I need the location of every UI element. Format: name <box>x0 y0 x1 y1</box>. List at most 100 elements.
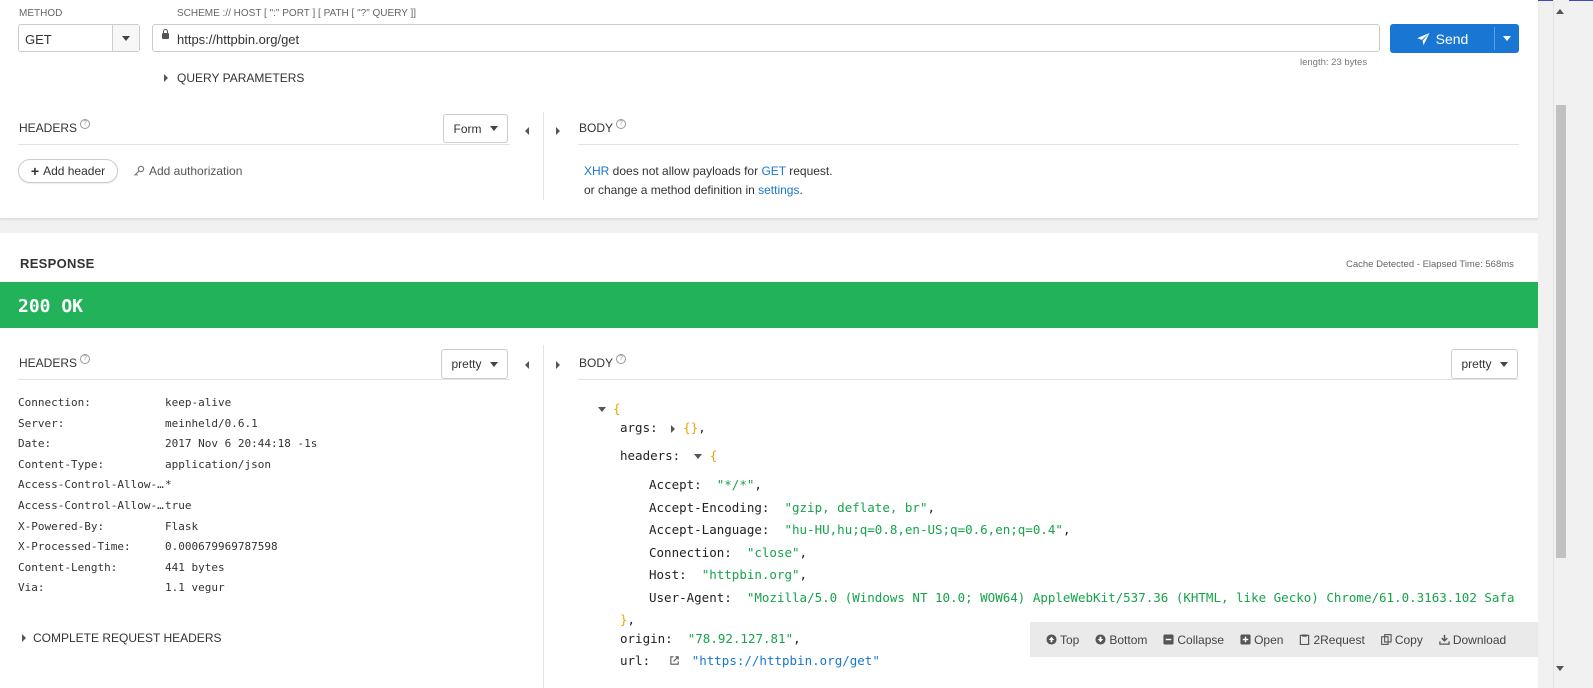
response-headers-title: HEADERS? <box>19 354 91 370</box>
download-button[interactable]: Download <box>1439 633 1506 647</box>
method-dropdown-toggle[interactable] <box>112 25 139 51</box>
json-url-link[interactable]: "https://httpbin.org/get" <box>692 653 880 668</box>
url-input[interactable]: https://httpbin.org/get <box>152 24 1380 52</box>
method-select[interactable]: GET <box>18 24 140 52</box>
response-body-title: BODY? <box>579 354 627 370</box>
headers-format-select[interactable]: Form <box>443 114 508 143</box>
chevron-right-icon <box>164 74 168 82</box>
external-link-icon[interactable] <box>669 655 680 666</box>
collapse-toggle-icon[interactable] <box>598 407 606 412</box>
plus-square-icon <box>1240 634 1251 645</box>
divider <box>578 144 1519 145</box>
caret-down-icon <box>1499 361 1508 367</box>
response-body-format-select[interactable]: pretty <box>1451 349 1518 379</box>
chevron-right-icon <box>22 634 26 642</box>
get-method-link[interactable]: GET <box>761 164 785 178</box>
method-value: GET <box>25 32 52 47</box>
header-row: Server: meinheld/0.6.1 <box>18 416 258 430</box>
chevron-right-icon <box>556 361 560 369</box>
send-button-group: Send <box>1390 24 1519 53</box>
header-row: Content-Type: application/json <box>18 457 271 471</box>
bottom-button[interactable]: Bottom <box>1095 633 1147 647</box>
caret-down-icon <box>489 361 498 367</box>
add-header-button[interactable]: + Add header <box>18 159 118 183</box>
json-close-brace: }, <box>620 612 636 627</box>
query-parameters-label: QUERY PARAMETERS <box>177 71 305 85</box>
json-header-entry: Accept-Language: "hu-HU,hu;q=0.8,en-US;q… <box>649 522 1071 537</box>
send-label: Send <box>1435 30 1469 47</box>
divider <box>18 379 510 380</box>
collapse-right-toggle[interactable] <box>556 358 560 372</box>
json-url-line: url: "https://httpbin.org/get" <box>620 653 880 668</box>
complete-request-headers-label: COMPLETE REQUEST HEADERS <box>33 631 222 645</box>
help-icon[interactable]: ? <box>80 354 91 364</box>
request-headers-title: HEADERS? <box>19 119 91 135</box>
lock-icon <box>162 29 169 39</box>
arrow-up-circle-icon <box>1046 634 1057 645</box>
panel-splitter[interactable] <box>543 345 544 688</box>
json-header-entry: Accept: "*/*", <box>649 477 762 492</box>
pretty-label: pretty <box>1461 357 1492 371</box>
response-title: RESPONSE <box>20 256 95 271</box>
send-button[interactable]: Send <box>1390 24 1494 53</box>
json-origin-line: origin: "78.92.127.81", <box>620 631 801 646</box>
help-icon[interactable]: ? <box>616 119 627 129</box>
json-headers-line: headers: { <box>620 448 718 463</box>
add-header-label: Add header <box>43 164 106 178</box>
header-row: Content-Length: 441 bytes <box>18 560 225 574</box>
add-authorization-label: Add authorization <box>149 164 243 178</box>
url-length: length: 23 bytes <box>1300 57 1368 68</box>
open-button[interactable]: Open <box>1240 633 1283 647</box>
expand-toggle-icon[interactable] <box>671 424 676 433</box>
caret-down-icon <box>1503 36 1511 41</box>
response-headers-list: Connection: keep-alive Server: meinheld/0.… <box>18 393 518 599</box>
panel-splitter[interactable] <box>543 112 544 200</box>
send-options-toggle[interactable] <box>1495 24 1519 53</box>
top-button[interactable]: Top <box>1046 633 1079 647</box>
json-toolbar: Top Bottom Collapse Open 2Request Copy D… <box>1030 622 1538 657</box>
collapse-right-toggle[interactable] <box>556 124 560 138</box>
request-body-title: BODY? <box>579 119 627 135</box>
download-icon <box>1439 634 1450 645</box>
response-headers-format-select[interactable]: pretty <box>441 349 508 379</box>
header-row: Access-Control-Allow-…* <box>18 478 172 492</box>
xhr-link[interactable]: XHR <box>584 164 609 178</box>
json-args-line: args: {}, <box>620 420 706 435</box>
query-parameters-toggle[interactable]: QUERY PARAMETERS <box>164 71 304 85</box>
caret-down-icon <box>122 35 130 41</box>
add-authorization-button[interactable]: Add authorization <box>133 164 242 178</box>
minus-square-icon <box>1163 634 1174 645</box>
json-header-entry: Accept-Encoding: "gzip, deflate, br", <box>649 499 936 515</box>
scrollbar-thumb[interactable] <box>1556 105 1566 558</box>
complete-request-headers-toggle[interactable]: COMPLETE REQUEST HEADERS <box>22 631 221 645</box>
collapse-left-toggle[interactable] <box>525 358 529 372</box>
collapse-button[interactable]: Collapse <box>1163 633 1224 647</box>
header-row: X-Powered-By: Flask <box>18 519 199 533</box>
scroll-up-arrow[interactable] <box>1556 3 1564 17</box>
help-icon[interactable]: ? <box>80 119 91 129</box>
json-header-entry: Host: "httpbin.org", <box>649 567 808 582</box>
status-bar: 200 OK <box>0 282 1538 328</box>
plus-icon: + <box>30 163 40 179</box>
collapse-left-toggle[interactable] <box>525 124 529 138</box>
method-label: METHOD <box>19 8 63 19</box>
header-row: Via: 1.1 vegur <box>18 581 225 595</box>
json-header-entry: Connection: "close", <box>649 544 808 560</box>
key-icon <box>134 165 145 176</box>
divider <box>18 144 510 145</box>
copy-icon <box>1380 634 1392 645</box>
caret-down-icon <box>489 126 498 131</box>
pretty-label: pretty <box>451 357 482 371</box>
help-icon[interactable]: ? <box>616 354 627 364</box>
json-header-entry: User-Agent: "Mozilla/5.0 (Windows NT 10.… <box>649 589 1515 605</box>
status-text: 200 OK <box>18 296 84 317</box>
form-label: Form <box>453 121 482 136</box>
header-row: Access-Control-Allow-…true <box>18 498 192 512</box>
paper-plane-icon <box>1417 32 1430 45</box>
collapse-toggle-icon[interactable] <box>693 454 702 459</box>
to-request-button[interactable]: 2Request <box>1299 633 1365 647</box>
scroll-down-arrow[interactable] <box>1556 660 1564 674</box>
settings-link[interactable]: settings <box>758 183 799 197</box>
header-row: X-Processed-Time: 0.000679969787598 <box>18 540 278 554</box>
copy-button[interactable]: Copy <box>1380 633 1423 647</box>
